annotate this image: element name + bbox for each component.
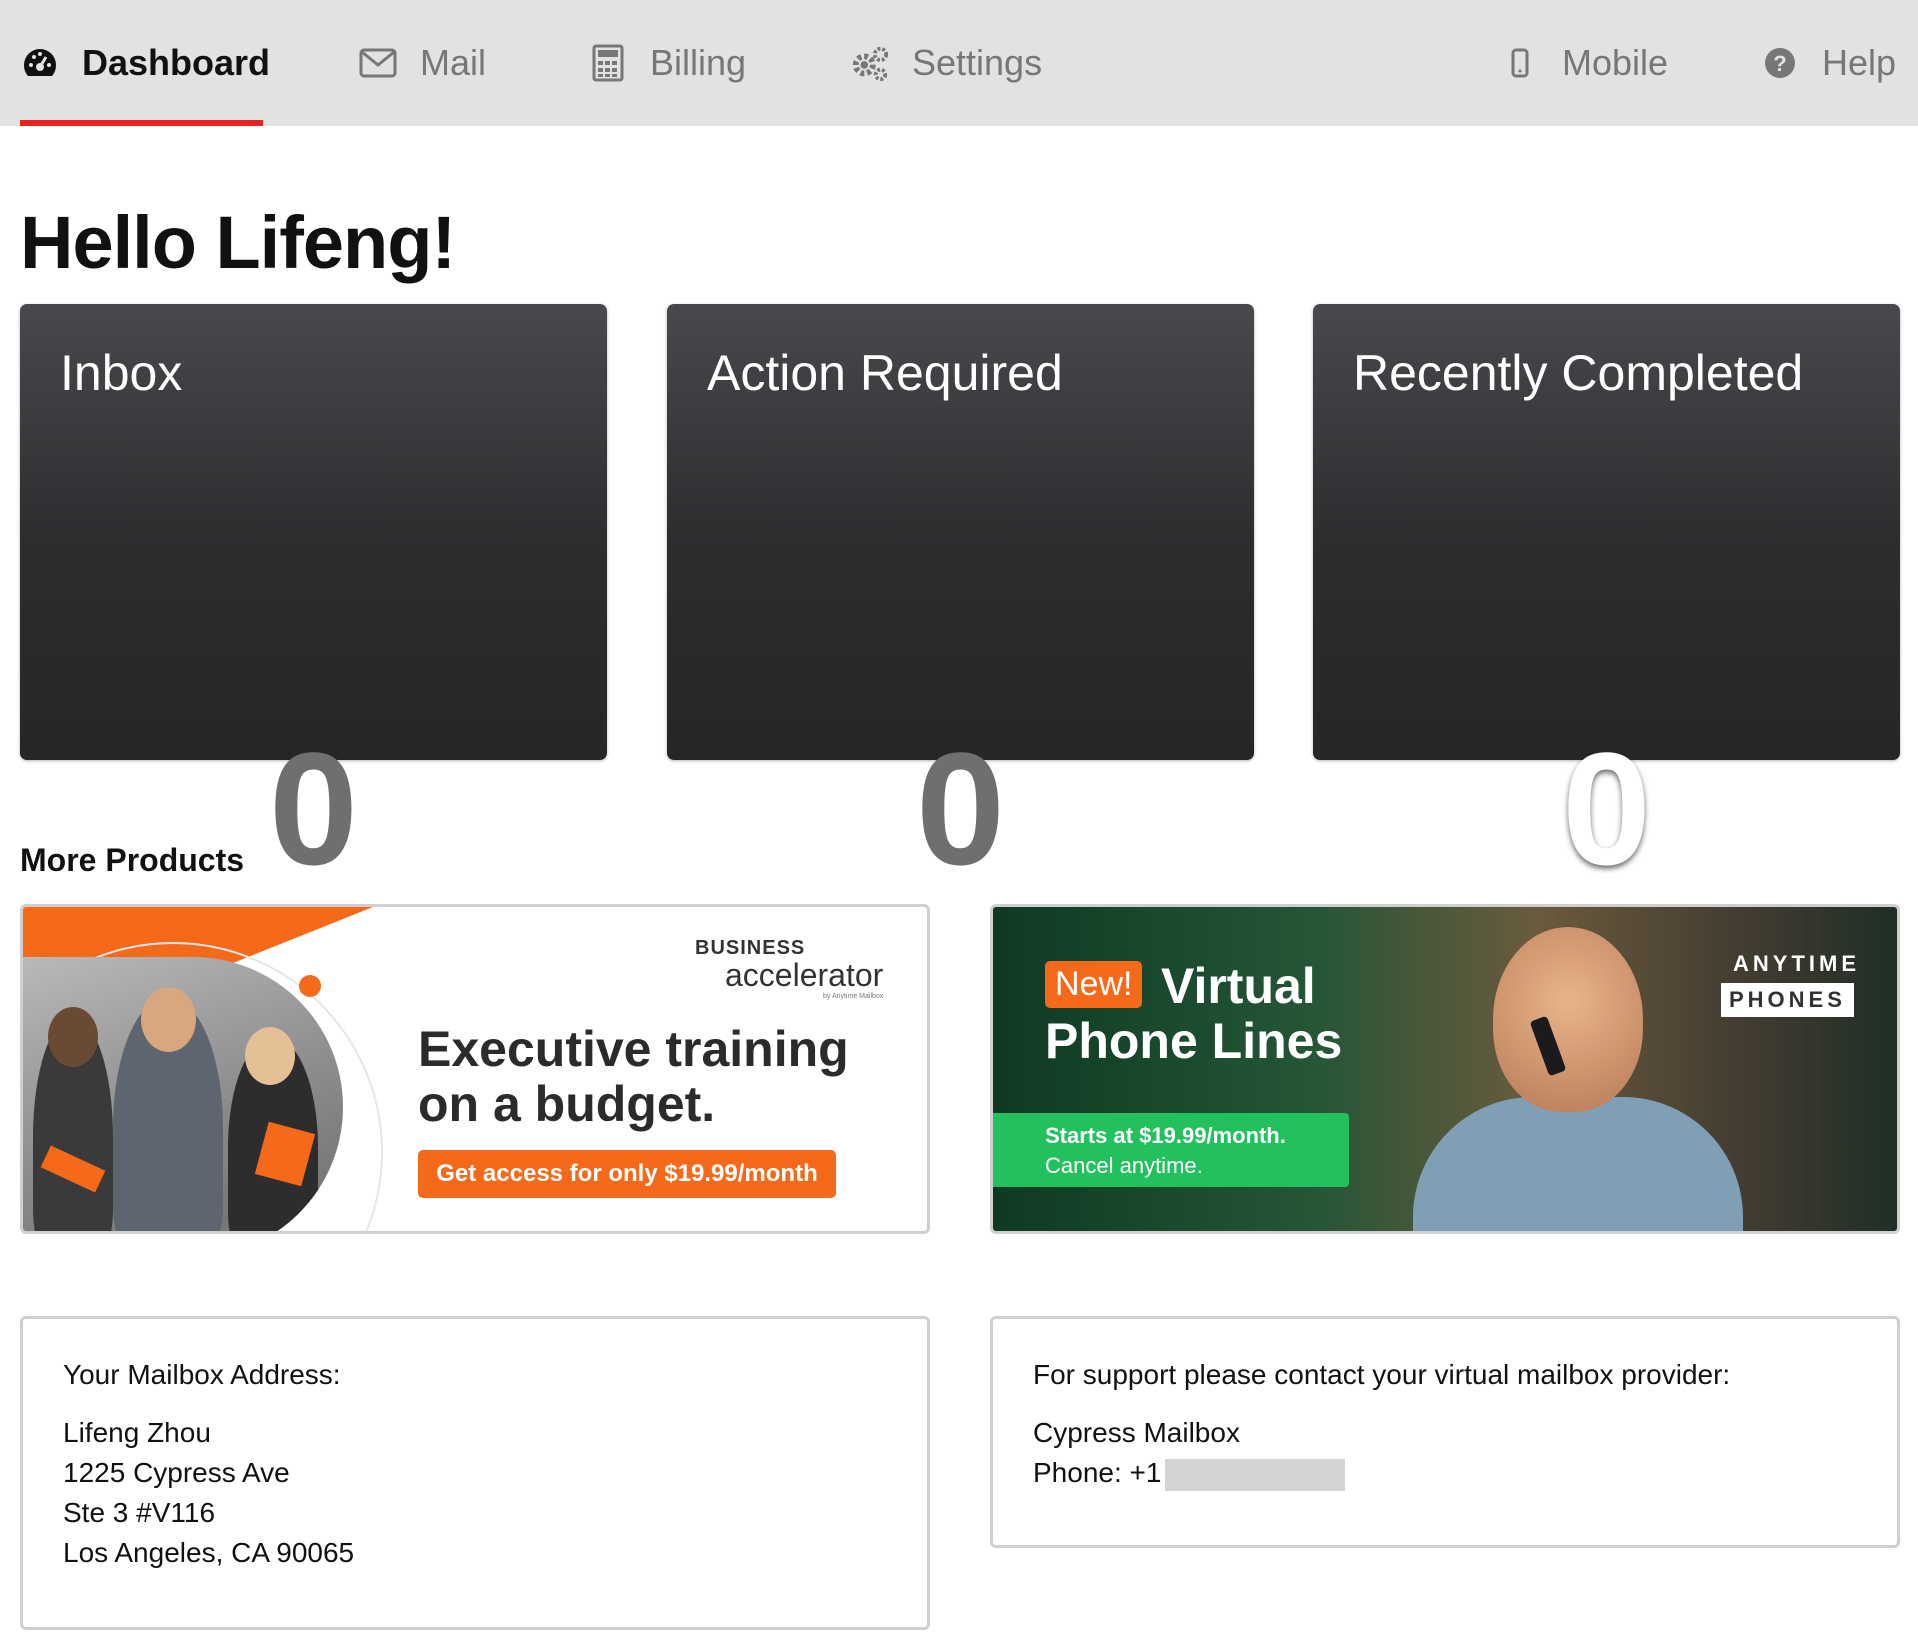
card-count: 0 — [269, 719, 358, 898]
business-accelerator-banner[interactable]: BUSINESS accelerator by Anytime Mailbox … — [20, 904, 930, 1234]
headline-line: on a budget. — [418, 1076, 716, 1132]
nav-label: Settings — [912, 42, 1043, 83]
phones-brand-bottom: PHONES — [1721, 983, 1854, 1017]
question-circle-icon: ? — [1760, 43, 1800, 83]
recently-completed-card[interactable]: Recently Completed 0 — [1313, 304, 1900, 889]
top-nav: Dashboard Mail Billing Settings Mobile ?… — [0, 0, 1918, 126]
phones-brand-top: ANYTIME — [1733, 951, 1860, 976]
accelerator-headline: Executive training on a budget. — [418, 1022, 849, 1132]
support-phone-row: Phone: +1 — [1033, 1453, 1857, 1493]
nav-label: Help — [1822, 42, 1897, 83]
accelerator-cta-button[interactable]: Get access for only $19.99/month — [418, 1150, 836, 1198]
redacted-phone-number — [1165, 1458, 1346, 1491]
nav-billing[interactable]: Billing — [588, 0, 746, 126]
page-greeting: Hello Lifeng! — [20, 201, 456, 284]
nav-label: Mail — [420, 42, 487, 83]
price-line: Cancel anytime. — [1045, 1153, 1203, 1178]
mobile-phone-icon — [1500, 43, 1540, 83]
mailbox-address-label: Your Mailbox Address: — [63, 1359, 341, 1390]
support-contact-box: For support please contact your virtual … — [990, 1316, 1900, 1548]
address-city: Los Angeles, CA 90065 — [63, 1537, 355, 1568]
gears-icon — [850, 43, 890, 83]
accelerator-brand-main: accelerator — [725, 957, 884, 993]
card-count: 0 — [916, 719, 1005, 898]
inbox-card[interactable]: Inbox 0 — [20, 304, 607, 889]
support-provider: Cypress Mailbox — [1033, 1417, 1240, 1448]
nav-label: Billing — [650, 42, 747, 83]
phones-price-box: Starts at $19.99/month. Cancel anytime. — [993, 1113, 1349, 1187]
support-phone-prefix: Phone: +1 — [1033, 1457, 1162, 1488]
price-line: Starts at $19.99/month. — [1045, 1123, 1286, 1148]
accelerator-brand-sub: by Anytime Mailbox — [823, 993, 884, 1000]
nav-label: Dashboard — [82, 42, 271, 83]
man-photo-head — [1493, 927, 1643, 1112]
nav-mobile[interactable]: Mobile — [1500, 0, 1668, 126]
calculator-icon — [588, 43, 628, 83]
banner-dot — [299, 975, 321, 997]
new-badge: New! — [1045, 961, 1143, 1008]
address-suite: Ste 3 #V116 — [63, 1497, 216, 1528]
mailbox-address-box: Your Mailbox Address: Lifeng Zhou 1225 C… — [20, 1316, 930, 1630]
dashboard-gauge-icon — [20, 43, 60, 83]
nav-settings[interactable]: Settings — [850, 0, 1042, 126]
nav-label: Mobile — [1562, 42, 1669, 83]
headline-line: Executive training — [418, 1021, 849, 1077]
more-products-heading: More Products — [20, 842, 245, 878]
card-count: 0 — [1562, 719, 1651, 898]
support-label: For support please contact your virtual … — [1033, 1359, 1731, 1390]
phones-title-line: Virtual — [1161, 958, 1316, 1014]
action-required-card[interactable]: Action Required 0 — [667, 304, 1254, 889]
envelope-icon — [358, 43, 398, 83]
address-street: 1225 Cypress Ave — [63, 1457, 290, 1488]
team-photo — [23, 957, 343, 1231]
nav-dashboard[interactable]: Dashboard — [20, 0, 270, 126]
phones-title-line: Phone Lines — [1045, 1013, 1343, 1069]
man-photo-body — [1413, 1097, 1743, 1231]
nav-mail[interactable]: Mail — [358, 0, 486, 126]
svg-text:?: ? — [1773, 51, 1786, 76]
anytime-phones-banner[interactable]: New! Virtual Phone Lines Starts at $19.9… — [990, 904, 1900, 1234]
nav-help[interactable]: ? Help — [1760, 0, 1896, 126]
active-tab-indicator — [20, 120, 263, 126]
address-name: Lifeng Zhou — [63, 1417, 211, 1448]
